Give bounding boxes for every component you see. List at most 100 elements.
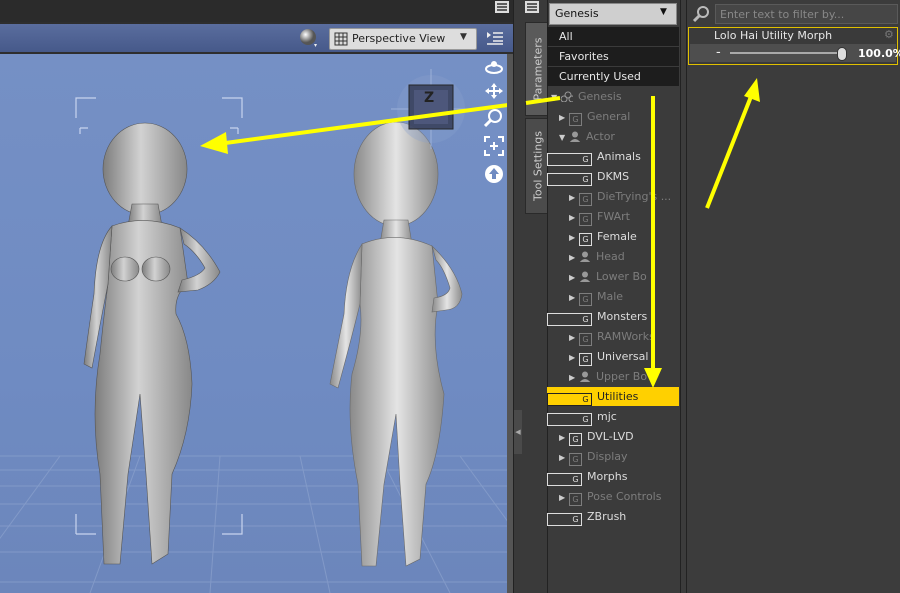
tree-item-morphs[interactable]: G Morphs	[547, 467, 679, 486]
slider-value[interactable]: 100.0%	[858, 47, 900, 60]
tree-item-dvl-lvd[interactable]: ▶ G DVL-LVD	[547, 427, 679, 446]
tree-item-general[interactable]: ▶ G General	[547, 107, 679, 126]
group-icon: G	[547, 173, 592, 186]
collapsed-arrow-icon[interactable]: ▶	[547, 208, 579, 226]
tree-item-label: Lower Bo	[596, 270, 647, 283]
tree-item-all-label: All	[559, 30, 573, 43]
tree-item-label: Pose Controls	[587, 490, 662, 503]
collapsed-arrow-icon[interactable]: ▶	[547, 248, 579, 266]
grid-icon	[334, 32, 348, 46]
tree-item-lower-body[interactable]: ▶ Lower Bo	[547, 267, 679, 286]
tree-item-display[interactable]: ▶ G Display	[547, 447, 679, 466]
tree-item-universal[interactable]: ▶ G Universal	[547, 347, 679, 366]
filter-search-icon[interactable]	[692, 4, 712, 24]
tree-item-favorites[interactable]: Favorites	[547, 47, 679, 66]
tree-item-label: FWArt	[597, 210, 630, 223]
filter-input[interactable]: Enter text to filter by...	[715, 4, 898, 24]
tree-item-label: DKMS	[597, 170, 630, 183]
tree-item-animals[interactable]: G Animals	[547, 147, 679, 166]
group-icon: G	[579, 193, 592, 206]
figure-selector-label: Genesis	[555, 7, 599, 20]
frame-icon[interactable]	[484, 136, 504, 156]
tree-item-label: Animals	[597, 150, 641, 163]
collapsed-arrow-icon[interactable]: ▶	[547, 188, 579, 206]
tree-item-label: Utilities	[597, 390, 639, 403]
group-icon: G	[569, 493, 582, 506]
view-mode-dropdown[interactable]: Perspective View ▼	[329, 28, 477, 50]
collapse-handle[interactable]: ◀	[514, 410, 522, 454]
menu-icon-top[interactable]	[524, 0, 540, 14]
tree-item-dkms[interactable]: G DKMS	[547, 167, 679, 186]
zoom-icon[interactable]	[483, 108, 504, 128]
person-icon	[579, 371, 591, 382]
figure-right	[329, 121, 463, 567]
orbit-icon[interactable]	[484, 58, 504, 76]
collapsed-arrow-icon[interactable]: ▶	[547, 488, 569, 506]
person-icon	[569, 131, 581, 142]
tree-item-label: Genesis	[578, 90, 622, 103]
collapsed-arrow-icon[interactable]: ▶	[547, 228, 579, 246]
collapsed-arrow-icon[interactable]: ▶	[547, 288, 579, 306]
view-mode-label: Perspective View	[352, 32, 446, 45]
tab-parameters-label: Parameters	[531, 37, 545, 101]
collapsed-arrow-icon[interactable]: ▶	[547, 108, 569, 126]
tree-item-genesis[interactable]: ▼ Genesis	[547, 87, 679, 106]
expanded-arrow-icon[interactable]: ▼	[547, 128, 569, 146]
tree-item-mjc[interactable]: Gmjc	[547, 407, 679, 426]
tree-item-currently-used[interactable]: Currently Used	[547, 67, 679, 86]
person-icon	[579, 251, 591, 262]
tree-item-label: Actor	[586, 130, 615, 143]
tree-item-utilities[interactable]: G Utilities	[547, 387, 679, 406]
collapsed-arrow-icon[interactable]: ▶	[547, 268, 579, 286]
slider-knob[interactable]	[837, 47, 847, 61]
tree-item-all[interactable]: All	[547, 27, 679, 46]
collapsed-arrow-icon[interactable]: ▶	[547, 348, 579, 366]
group-icon: G	[579, 353, 592, 366]
tree-item-ramworks[interactable]: ▶ G RAMWorks	[547, 327, 679, 346]
minus-icon[interactable]: -	[716, 44, 721, 62]
gear-icon[interactable]: ⚙	[884, 28, 894, 41]
tree-item-head[interactable]: ▶ Head	[547, 247, 679, 266]
collapsed-arrow-icon[interactable]: ▶	[547, 328, 579, 346]
tab-tool-settings-label: Tool Settings	[531, 131, 545, 201]
tree-item-label: DieTrying's ...	[597, 190, 672, 203]
group-icon: G	[547, 513, 582, 526]
shading-sphere-icon[interactable]	[298, 27, 320, 49]
tree-item-label: Upper Bo	[596, 370, 648, 383]
group-icon: G	[569, 113, 582, 126]
tree-item-dietrying[interactable]: ▶ G DieTrying's ...	[547, 187, 679, 206]
slider-fill	[730, 52, 842, 54]
tree-item-female[interactable]: ▶ G Female	[547, 227, 679, 246]
collapsed-arrow-icon[interactable]: ▶	[547, 368, 579, 386]
tree-item-pose-controls[interactable]: ▶ G Pose Controls	[547, 487, 679, 506]
pane-options-icon[interactable]	[486, 30, 504, 46]
tree-item-label: DVL-LVD	[587, 430, 634, 443]
view-cube-label: Z	[424, 90, 435, 106]
tree-item-label: Female	[597, 230, 637, 243]
morph-slider[interactable]: - 100.0%	[690, 44, 900, 62]
viewport-top-bar	[0, 0, 513, 22]
viewport-canvas[interactable]: Z	[0, 54, 507, 593]
tree-item-monsters[interactable]: G Monsters	[547, 307, 679, 326]
group-icon: G	[579, 213, 592, 226]
group-icon: G	[579, 233, 592, 246]
tree-item-actor[interactable]: ▼ Actor	[547, 127, 679, 146]
chevron-down-icon: ▼	[460, 32, 467, 42]
group-icon: G	[547, 473, 582, 486]
menu-icon[interactable]	[494, 0, 510, 14]
expanded-arrow-icon[interactable]: ▼	[547, 88, 561, 106]
collapsed-arrow-icon[interactable]: ▶	[547, 428, 569, 446]
tree-item-zbrush[interactable]: G ZBrush	[547, 507, 679, 526]
tree-item-upper-body[interactable]: ▶ Upper Bo	[547, 367, 679, 386]
reset-icon[interactable]	[484, 164, 504, 184]
collapsed-arrow-icon[interactable]: ▶	[547, 448, 569, 466]
person-icon	[579, 271, 591, 282]
tree-item-label: Monsters	[597, 310, 648, 323]
tree-item-male[interactable]: ▶ G Male	[547, 287, 679, 306]
figure-selector-dropdown[interactable]: Genesis ▼	[549, 3, 677, 25]
tree-item-label: Head	[596, 250, 625, 263]
tree-item-label: mjc	[597, 410, 617, 423]
pan-icon[interactable]	[484, 82, 504, 100]
tree-item-fwart[interactable]: ▶ G FWArt	[547, 207, 679, 226]
group-icon: G	[547, 153, 592, 166]
